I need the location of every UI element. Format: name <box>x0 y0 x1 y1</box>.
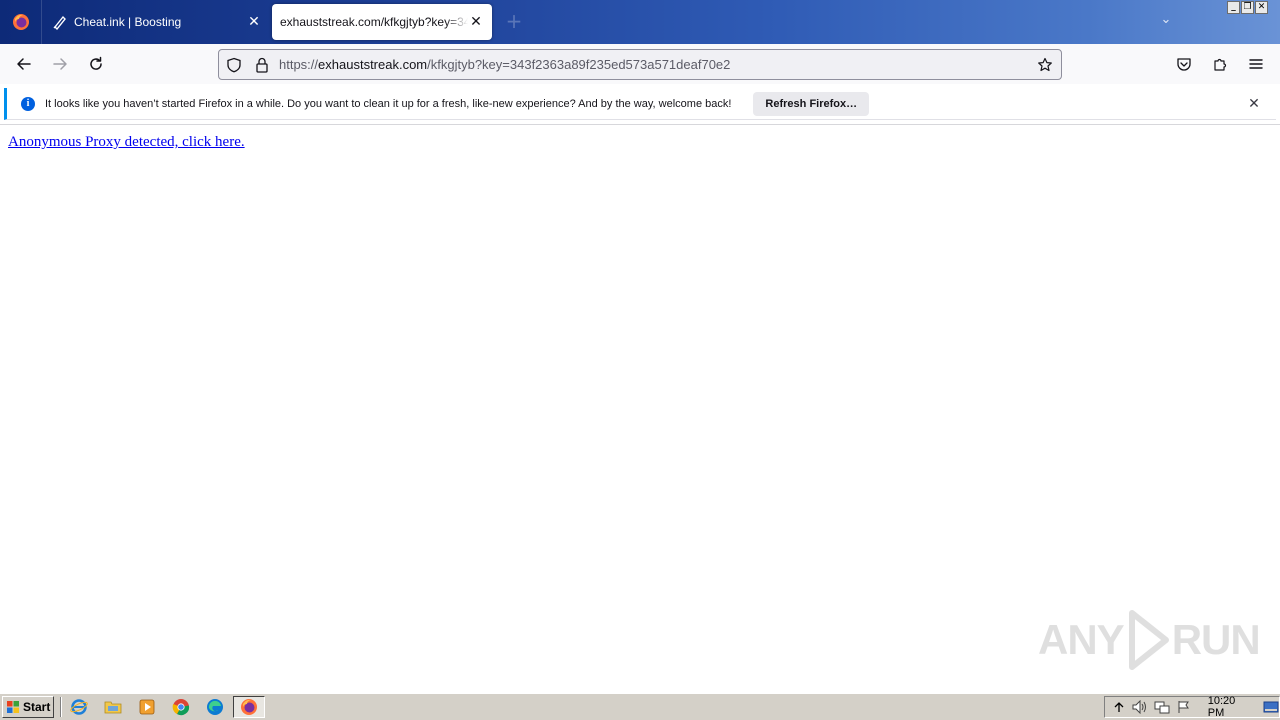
network-icon[interactable] <box>1154 699 1170 715</box>
restore-button[interactable]: ❐ <box>1241 1 1254 14</box>
speaker-icon[interactable] <box>1132 699 1148 715</box>
start-label: Start <box>23 700 51 714</box>
window-caption-buttons: _ ❐ ✕ <box>1227 1 1268 14</box>
firefox-icon <box>241 699 257 715</box>
url-prefix: https:// <box>279 57 319 72</box>
navigation-toolbar: https://exhauststreak.com/kfkgjtyb?key=3… <box>0 44 1280 84</box>
ie-icon[interactable] <box>70 698 88 716</box>
tab-cheat-ink[interactable]: Cheat.ink | Boosting ✕ <box>44 0 270 44</box>
new-tab-button[interactable]: + <box>502 10 526 34</box>
watermark-text-right: RUN <box>1171 616 1261 663</box>
tab-strip: Cheat.ink | Boosting ✕ exhauststreak.com… <box>0 0 1280 44</box>
windows-logo-icon <box>7 701 19 713</box>
lock-icon[interactable] <box>253 56 271 74</box>
start-button[interactable]: Start <box>2 696 54 718</box>
close-tab-icon[interactable]: ✕ <box>246 14 262 30</box>
pocket-icon <box>1177 58 1191 71</box>
minimize-button[interactable]: _ <box>1227 1 1240 14</box>
tab-label: exhauststreak.com/kfkgjtyb?key=343f2363a… <box>280 15 468 29</box>
refresh-firefox-button[interactable]: Refresh Firefox… <box>753 91 870 116</box>
show-desktop-icon[interactable] <box>1263 699 1279 715</box>
url-host: exhauststreak.com <box>318 57 428 72</box>
firefox-view-button[interactable] <box>0 0 42 44</box>
edge-icon[interactable] <box>206 698 224 716</box>
reload-button[interactable] <box>82 50 110 78</box>
taskbar-firefox-button[interactable] <box>233 696 265 718</box>
notification-message: It looks like you haven’t started Firefo… <box>45 97 732 110</box>
back-button[interactable] <box>10 50 38 78</box>
address-bar[interactable]: https://exhauststreak.com/kfkgjtyb?key=3… <box>218 49 1062 80</box>
taskbar-separator <box>60 697 62 717</box>
anyrun-watermark-logo: ANY RUN <box>1038 609 1261 671</box>
reload-icon <box>90 56 102 70</box>
watermark-text-left: ANY <box>1038 616 1125 663</box>
chrome-icon[interactable] <box>172 698 190 716</box>
arrow-left-icon <box>17 58 31 70</box>
media-player-icon[interactable] <box>138 698 156 716</box>
close-notification-icon[interactable]: ✕ <box>1246 96 1262 112</box>
page-content: Anonymous Proxy detected, click here. AN… <box>0 125 1280 692</box>
tab-label: Cheat.ink | Boosting <box>74 15 182 29</box>
url-text[interactable]: https://exhauststreak.com/kfkgjtyb?key=3… <box>279 57 730 72</box>
refresh-firefox-notification: i It looks like you haven’t started Fire… <box>4 88 1276 120</box>
close-window-button[interactable]: ✕ <box>1255 1 1268 14</box>
puzzle-icon <box>1214 58 1227 71</box>
arrow-right-icon <box>53 58 67 70</box>
taskbar-clock[interactable]: 10:20 PM <box>1208 695 1253 719</box>
cheat-ink-favicon-icon <box>53 15 66 30</box>
tab-exhauststreak[interactable]: exhauststreak.com/kfkgjtyb?key=343f2363a… <box>272 4 492 40</box>
flag-icon[interactable] <box>1176 699 1191 715</box>
firefox-icon <box>12 14 29 30</box>
extensions-button[interactable] <box>1206 50 1234 78</box>
system-tray: 10:20 PM <box>1104 695 1280 719</box>
bookmark-star-icon[interactable] <box>1035 55 1055 75</box>
hamburger-menu-icon <box>1249 59 1263 69</box>
tracking-protection-shield-icon[interactable] <box>225 56 243 74</box>
windows-taskbar: Start 10:20 PM <box>0 692 1280 720</box>
folder-icon[interactable] <box>104 698 122 716</box>
url-path: /kfkgjtyb?key=343f2363a89f235ed573a571de… <box>427 57 731 72</box>
play-icon <box>1128 610 1169 670</box>
forward-button[interactable] <box>46 50 74 78</box>
chevron-up-icon[interactable] <box>1111 699 1126 715</box>
app-menu-button[interactable] <box>1242 50 1270 78</box>
info-icon: i <box>21 96 35 111</box>
list-all-tabs-chevron-down-icon[interactable]: ⌄ <box>1156 12 1176 32</box>
anonymous-proxy-link[interactable]: Anonymous Proxy detected, click here. <box>8 134 245 151</box>
pocket-button[interactable] <box>1170 50 1198 78</box>
close-tab-icon[interactable]: ✕ <box>468 14 484 30</box>
